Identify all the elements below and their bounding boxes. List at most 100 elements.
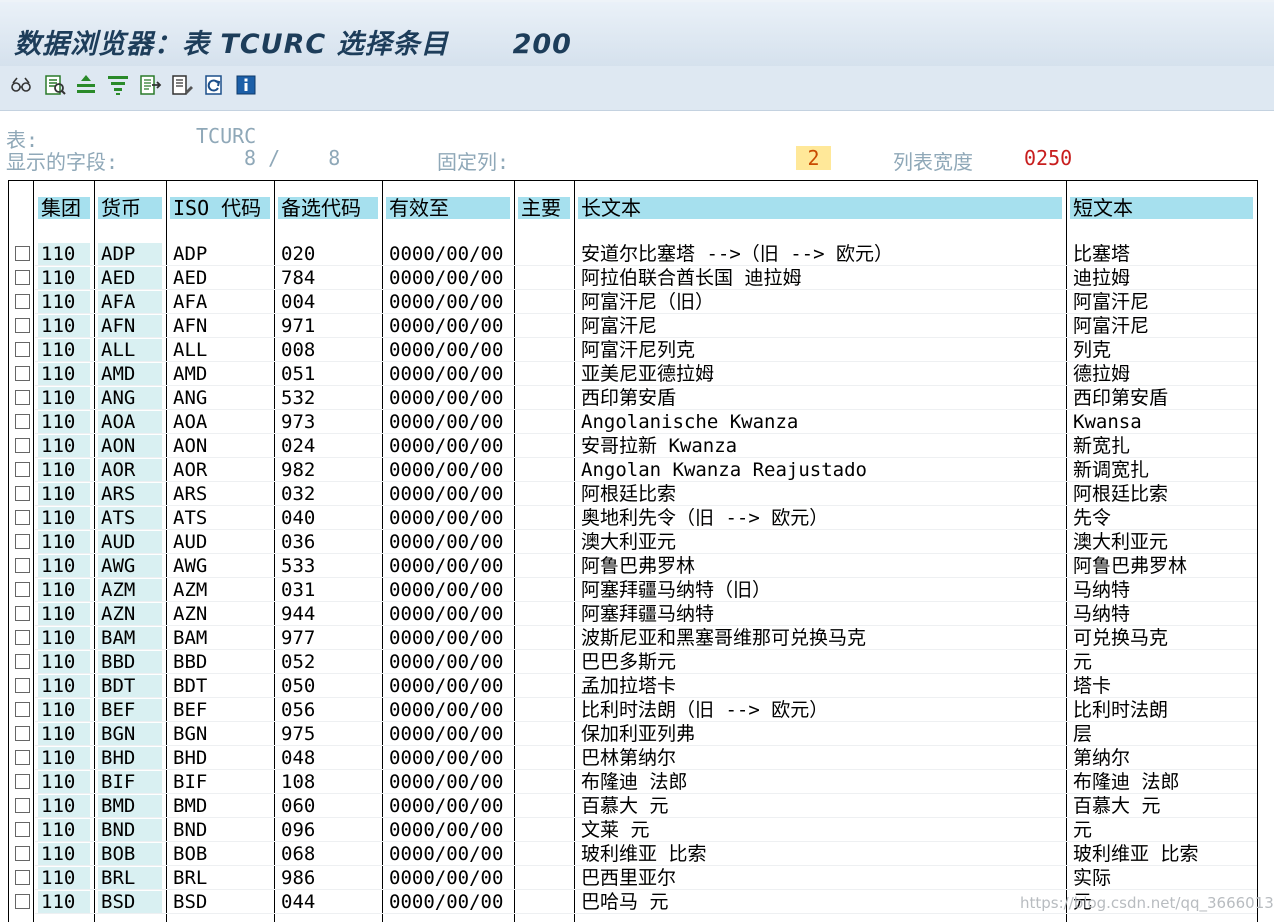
cell-currency[interactable]: ATS (98, 507, 162, 529)
cell-long-text[interactable]: 阿鲁巴弗罗林 (578, 555, 1062, 577)
cell-currency[interactable]: AOR (98, 459, 162, 481)
table-row[interactable]: 110 AZN AZN 944 0000/00/00 阿塞拜疆马纳特 马纳特 (9, 602, 1257, 626)
row-select-checkbox[interactable] (15, 438, 30, 453)
cell-long-text[interactable]: 安哥拉新 Kwanza (578, 435, 1062, 457)
cell-currency[interactable]: BBD (98, 651, 162, 673)
row-select-checkbox[interactable] (15, 558, 30, 573)
cell-iso-code[interactable]: AMD (170, 363, 270, 385)
cell-iso-code[interactable]: BAM (170, 627, 270, 649)
cell-short-text[interactable]: 元 (1070, 651, 1253, 673)
row-select-checkbox[interactable] (15, 414, 30, 429)
cell-valid-until[interactable]: 0000/00/00 (386, 699, 510, 721)
cell-short-text[interactable]: 百慕大 元 (1070, 795, 1253, 817)
cell-long-text[interactable]: 巴西里亚尔 (578, 867, 1062, 889)
cell-valid-until[interactable]: 0000/00/00 (386, 411, 510, 433)
cell-primary[interactable] (518, 267, 570, 289)
cell-alt-code[interactable]: 973 (278, 411, 378, 433)
cell-short-text[interactable]: 阿根廷比索 (1070, 483, 1253, 505)
row-select-checkbox[interactable] (15, 702, 30, 717)
cell-long-text[interactable]: 亚美尼亚德拉姆 (578, 363, 1062, 385)
cell-alt-code[interactable]: 036 (278, 531, 378, 553)
row-select-checkbox[interactable] (15, 342, 30, 357)
cell-iso-code[interactable]: BEF (170, 699, 270, 721)
cell-long-text[interactable]: 巴林第纳尔 (578, 747, 1062, 769)
cell-iso-code[interactable]: AON (170, 435, 270, 457)
row-select-checkbox[interactable] (15, 726, 30, 741)
cell-iso-code[interactable]: AZN (170, 603, 270, 625)
cell-mandt[interactable]: 110 (38, 819, 90, 841)
row-select-checkbox[interactable] (15, 582, 30, 597)
row-select-checkbox[interactable] (15, 630, 30, 645)
cell-mandt[interactable]: 110 (38, 579, 90, 601)
cell-primary[interactable] (518, 819, 570, 841)
cell-primary[interactable] (518, 363, 570, 385)
cell-iso-code[interactable]: BND (170, 819, 270, 841)
cell-currency[interactable]: AFA (98, 291, 162, 313)
cell-valid-until[interactable]: 0000/00/00 (386, 267, 510, 289)
cell-iso-code[interactable]: BGN (170, 723, 270, 745)
cell-short-text[interactable]: 阿富汗尼 (1070, 315, 1253, 337)
cell-primary[interactable] (518, 651, 570, 673)
table-row[interactable]: 110 BAM BAM 977 0000/00/00 波斯尼亚和黑塞哥维那可兑换马克 可兑换… (9, 626, 1257, 650)
table-row[interactable]: 110 BEF BEF 056 0000/00/00 比利时法朗（旧 --> 欧元） 比利时… (9, 698, 1257, 722)
cell-currency[interactable]: ADP (98, 243, 162, 265)
table-row[interactable]: 110 AUD AUD 036 0000/00/00 澳大利亚元 澳大利亚元 (9, 530, 1257, 554)
cell-long-text[interactable]: 阿富汗尼列克 (578, 339, 1062, 361)
info-icon[interactable] (233, 72, 259, 98)
cell-short-text[interactable]: 新调宽扎 (1070, 459, 1253, 481)
cell-alt-code[interactable]: 056 (278, 699, 378, 721)
cell-valid-until[interactable]: 0000/00/00 (386, 435, 510, 457)
cell-mandt[interactable]: 110 (38, 891, 90, 913)
cell-iso-code[interactable]: AOR (170, 459, 270, 481)
cell-currency[interactable]: BSD (98, 891, 162, 913)
cell-mandt[interactable]: 110 (38, 867, 90, 889)
column-header-valid-until[interactable]: 有效至 (386, 197, 510, 219)
cell-short-text[interactable]: 实际 (1070, 867, 1253, 889)
cell-primary[interactable] (518, 891, 570, 913)
table-row[interactable]: 110 BMD BMD 060 0000/00/00 百慕大 元百慕大 元 (9, 794, 1257, 818)
cell-valid-until[interactable]: 0000/00/00 (386, 291, 510, 313)
cell-alt-code[interactable]: 024 (278, 435, 378, 457)
column-header-alt-code[interactable]: 备选代码 (278, 197, 378, 219)
cell-currency[interactable]: BDT (98, 675, 162, 697)
cell-currency[interactable]: BRL (98, 867, 162, 889)
details-icon[interactable] (42, 72, 68, 98)
cell-valid-until[interactable]: 0000/00/00 (386, 771, 510, 793)
row-select-checkbox[interactable] (15, 462, 30, 477)
row-select-checkbox[interactable] (15, 246, 30, 261)
cell-iso-code[interactable]: ATS (170, 507, 270, 529)
cell-mandt[interactable]: 110 (38, 339, 90, 361)
cell-currency[interactable]: AOA (98, 411, 162, 433)
cell-mandt[interactable]: 110 (38, 627, 90, 649)
cell-iso-code[interactable]: BSD (170, 891, 270, 913)
cell-currency[interactable]: AZM (98, 579, 162, 601)
cell-long-text[interactable]: 阿拉伯联合酋长国 迪拉姆 (578, 267, 1062, 289)
cell-iso-code[interactable]: BHD (170, 747, 270, 769)
cell-alt-code[interactable]: 044 (278, 891, 378, 913)
table-row[interactable]: 110 AFA AFA 004 0000/00/00 阿富汗尼（旧） 阿富汗尼 (9, 290, 1257, 314)
cell-long-text[interactable]: 布隆迪 法郎 (578, 771, 1062, 793)
glasses-icon[interactable] (8, 72, 34, 98)
cell-primary[interactable] (518, 531, 570, 553)
cell-primary[interactable] (518, 483, 570, 505)
cell-mandt[interactable]: 110 (38, 387, 90, 409)
cell-mandt[interactable]: 110 (38, 747, 90, 769)
cell-iso-code[interactable]: AED (170, 267, 270, 289)
cell-iso-code[interactable]: BOB (170, 843, 270, 865)
cell-valid-until[interactable]: 0000/00/00 (386, 819, 510, 841)
cell-currency[interactable]: BGN (98, 723, 162, 745)
cell-short-text[interactable]: 阿鲁巴弗罗林 (1070, 555, 1253, 577)
table-row[interactable]: 110 AZM AZM 031 0000/00/00 阿塞拜疆马纳特（旧） 马纳特 (9, 578, 1257, 602)
cell-alt-code[interactable]: 008 (278, 339, 378, 361)
cell-currency[interactable]: AMD (98, 363, 162, 385)
table-row[interactable]: 110 ALL ALL 008 0000/00/00 阿富汗尼列克 列克 (9, 338, 1257, 362)
cell-valid-until[interactable]: 0000/00/00 (386, 675, 510, 697)
cell-iso-code[interactable]: AFA (170, 291, 270, 313)
cell-currency[interactable]: ALL (98, 339, 162, 361)
cell-long-text[interactable]: 玻利维亚 比索 (578, 843, 1062, 865)
cell-long-text[interactable]: 巴巴多斯元 (578, 651, 1062, 673)
sort-ascending-icon[interactable] (73, 72, 99, 98)
cell-iso-code[interactable]: AWG (170, 555, 270, 577)
column-header-long-text[interactable]: 长文本 (578, 197, 1062, 219)
cell-iso-code[interactable]: BIF (170, 771, 270, 793)
